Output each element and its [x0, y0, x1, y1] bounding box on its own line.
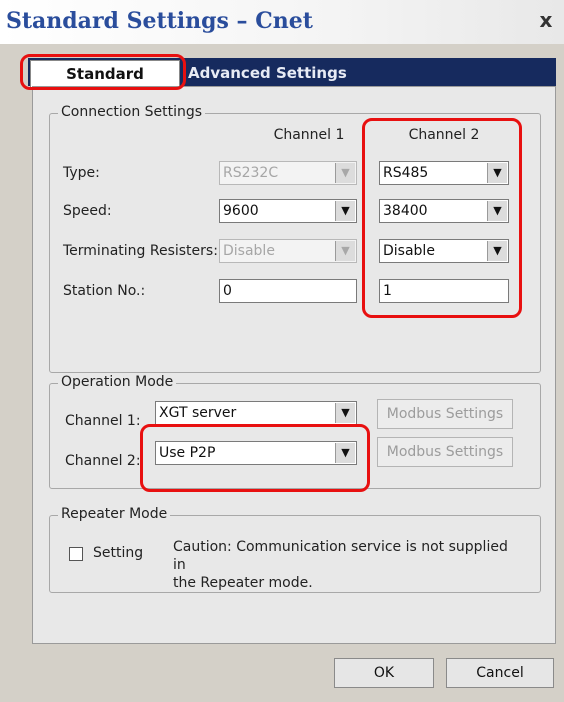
- channel1-speed-select[interactable]: 9600 ▼: [219, 199, 357, 223]
- terminating-resisters-label: Terminating Resisters:: [63, 243, 218, 259]
- channel1-station-value: 0: [223, 283, 232, 299]
- speed-label: Speed:: [63, 203, 112, 219]
- channel2-modbus-settings-button[interactable]: Modbus Settings: [377, 437, 513, 467]
- title-bar[interactable]: Standard Settings – Cnet x: [0, 0, 564, 44]
- caution-line-1: Caution: Communication service is not su…: [173, 539, 508, 573]
- repeater-caution-text: Caution: Communication service is not su…: [173, 538, 513, 592]
- caution-line-2: the Repeater mode.: [173, 575, 313, 591]
- channel2-highlight: [362, 118, 522, 318]
- operation-mode-legend: Operation Mode: [58, 374, 177, 390]
- chevron-down-icon: ▼: [335, 241, 355, 261]
- channel1-terminating-select: Disable ▼: [219, 239, 357, 263]
- channel1-terminating-value: Disable: [223, 243, 275, 259]
- channel1-header: Channel 1: [273, 127, 345, 143]
- ok-button[interactable]: OK: [334, 658, 434, 688]
- channel1-type-value: RS232C: [223, 165, 279, 181]
- channel1-speed-value: 9600: [223, 203, 259, 219]
- chevron-down-icon[interactable]: ▼: [335, 403, 355, 423]
- chevron-down-icon[interactable]: ▼: [335, 201, 355, 221]
- use-p2p-highlight: [140, 424, 370, 492]
- close-icon[interactable]: x: [534, 8, 558, 32]
- window-title: Standard Settings – Cnet: [6, 8, 313, 34]
- repeater-setting-checkbox[interactable]: [69, 547, 83, 561]
- channel1-station-input[interactable]: 0: [219, 279, 357, 303]
- channel1-type-select: RS232C ▼: [219, 161, 357, 185]
- repeater-mode-legend: Repeater Mode: [58, 506, 171, 522]
- repeater-setting-label[interactable]: Setting: [93, 545, 143, 561]
- cancel-button[interactable]: Cancel: [446, 658, 554, 688]
- op-channel2-label: Channel 2:: [65, 453, 141, 469]
- op-channel1-select[interactable]: XGT server ▼: [155, 401, 357, 425]
- chevron-down-icon: ▼: [335, 163, 355, 183]
- station-no-label: Station No.:: [63, 283, 146, 299]
- connection-settings-legend: Connection Settings: [58, 104, 206, 120]
- channel1-modbus-settings-button[interactable]: Modbus Settings: [377, 399, 513, 429]
- op-channel1-label: Channel 1:: [65, 413, 141, 429]
- tab-advanced-settings[interactable]: Advanced Settings: [188, 60, 347, 86]
- dialog-window: Standard Settings – Cnet x Standard Sett…: [0, 0, 564, 702]
- type-label: Type:: [63, 165, 100, 181]
- standard-tab-highlight: [20, 54, 186, 90]
- op-channel1-value: XGT server: [159, 405, 237, 421]
